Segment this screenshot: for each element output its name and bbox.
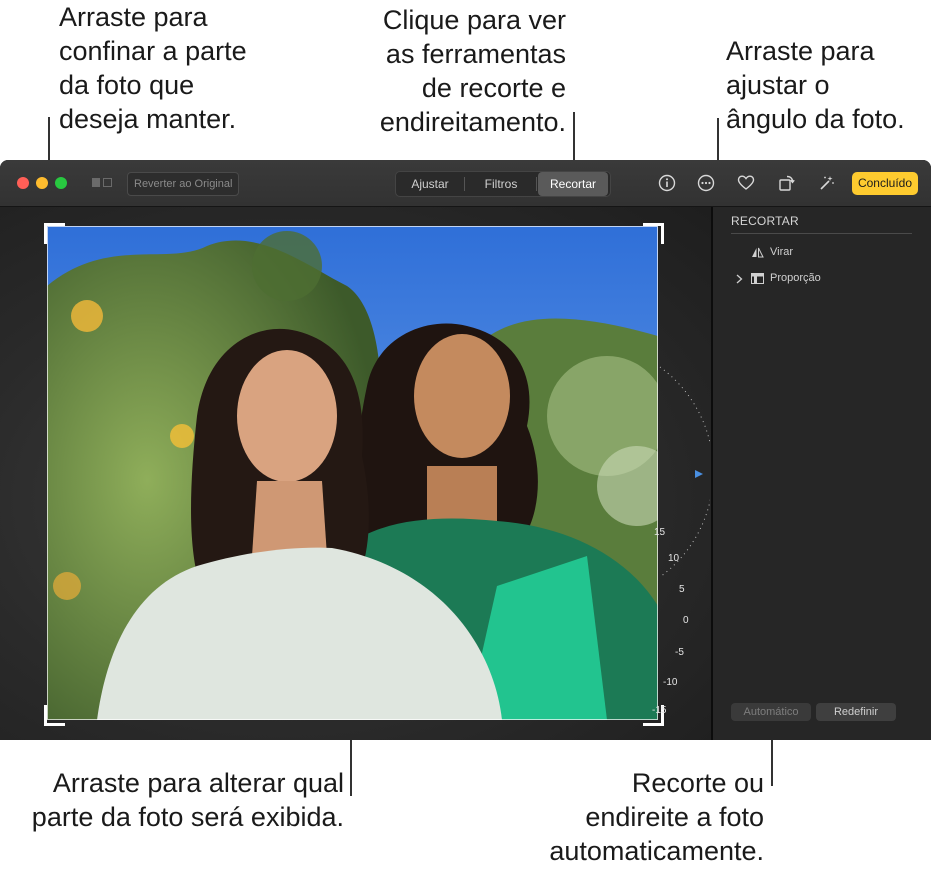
rotate-icon[interactable] [778, 174, 796, 192]
crop-handle-top-left[interactable] [44, 223, 65, 244]
minimize-window-button[interactable] [36, 177, 48, 189]
dial-label-minus-15: -15 [652, 705, 667, 716]
aspect-icon [751, 273, 764, 284]
enhance-icon[interactable] [818, 174, 836, 192]
dial-label-10: 10 [668, 553, 680, 564]
close-window-button[interactable] [17, 177, 29, 189]
maximize-window-button[interactable] [55, 177, 67, 189]
sidebar-item-aspect-label: Proporção [770, 272, 821, 284]
edit-mode-tabs: Ajustar Filtros Recortar [395, 171, 611, 197]
done-button[interactable]: Concluído [852, 172, 918, 195]
sidebar-rule [731, 233, 912, 234]
callout-drag-photo: Arraste para alterar qual parte da foto … [31, 768, 344, 832]
info-icon[interactable] [658, 174, 676, 192]
tab-adjust[interactable]: Ajustar [396, 172, 464, 196]
photos-window: Reverter ao Original Ajustar Filtros Rec… [0, 160, 931, 740]
sidebar-item-flip[interactable]: Virar [751, 245, 901, 261]
callout-angle: Arraste para ajustar o ângulo da foto. [726, 36, 905, 134]
photo-canvas[interactable]: 15 10 5 0 -5 -10 -15 [0, 207, 711, 740]
dial-label-15: 15 [654, 527, 666, 538]
sidebar-item-flip-label: Virar [770, 246, 794, 258]
sidebar-item-aspect[interactable]: Proporção [735, 271, 895, 287]
chevron-right-icon[interactable] [735, 274, 744, 284]
split-view-icon[interactable] [92, 178, 112, 188]
dial-label-minus-10: -10 [663, 677, 678, 688]
callout-crop-tab: Clique para ver as ferramentas de recort… [379, 5, 566, 137]
revert-to-original-button[interactable]: Reverter ao Original [127, 172, 240, 196]
auto-button[interactable]: Automático [731, 703, 811, 721]
flip-icon [752, 247, 764, 258]
heart-icon[interactable] [737, 174, 755, 192]
crop-sidebar: RECORTAR Virar Proporção Automático Rede… [713, 207, 931, 740]
more-icon[interactable] [697, 174, 715, 192]
crop-handle-bottom-left[interactable] [44, 705, 65, 726]
dial-label-5: 5 [679, 584, 685, 595]
toolbar: Reverter ao Original Ajustar Filtros Rec… [0, 160, 931, 207]
tab-crop[interactable]: Recortar [538, 172, 608, 196]
sidebar-title: RECORTAR [731, 214, 799, 228]
callout-auto: Recorte ou endireite a foto automaticame… [549, 768, 764, 866]
reset-button[interactable]: Redefinir [816, 703, 896, 721]
callout-crop-frame: Arraste para confinar a parte da foto qu… [59, 2, 247, 134]
crop-handle-top-right[interactable] [643, 223, 664, 244]
crop-frame[interactable] [47, 226, 658, 720]
dial-label-0: 0 [683, 615, 689, 626]
tab-filters[interactable]: Filtros [466, 172, 536, 196]
dial-label-minus-5: -5 [675, 647, 684, 658]
